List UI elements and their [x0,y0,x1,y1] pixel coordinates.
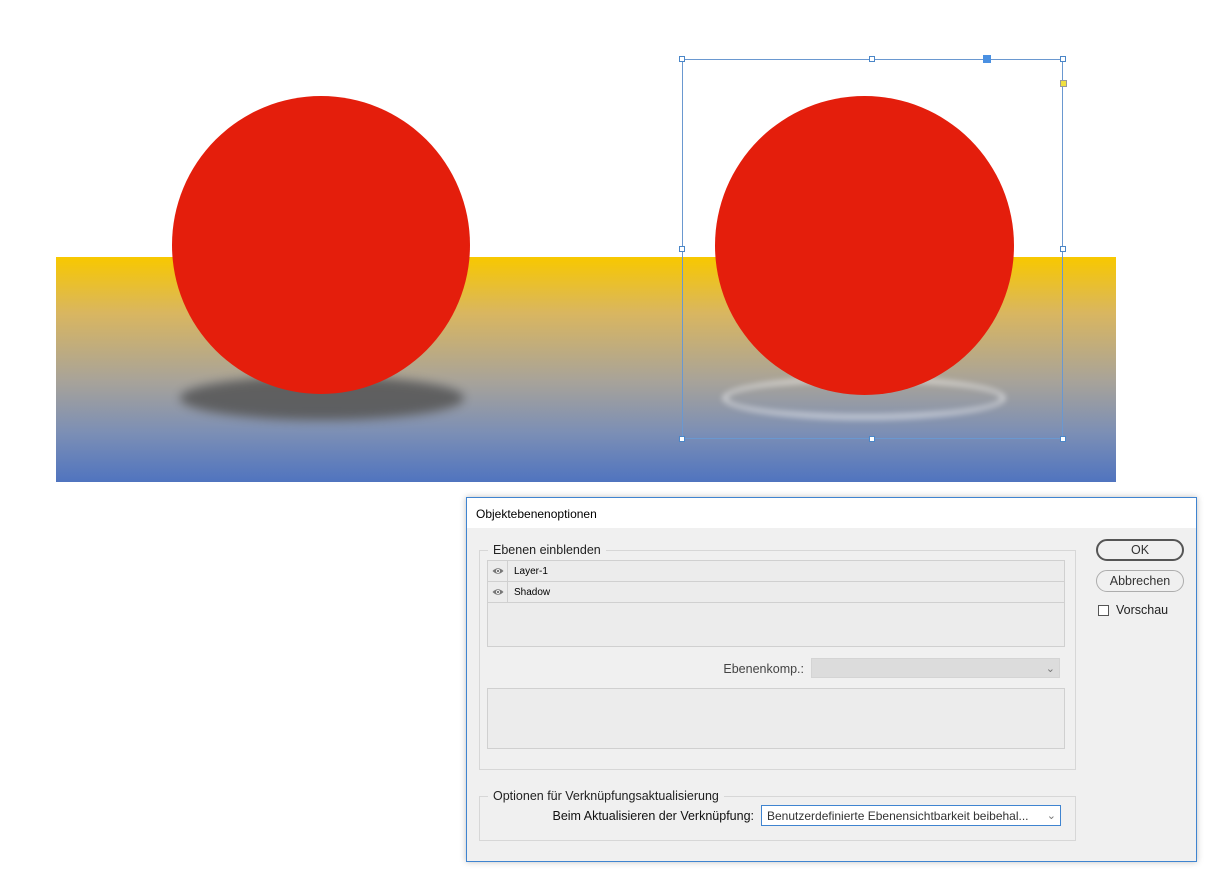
selection-handle-top-center[interactable] [869,56,875,62]
link-update-group-label: Optionen für Verknüpfungsaktualisierung [488,789,724,803]
eye-icon [492,589,504,595]
link-update-dropdown[interactable]: Benutzerdefinierte Ebenensichtbarkeit be… [761,805,1061,826]
layer-row[interactable]: Shadow [488,582,1064,603]
layer-comp-dropdown[interactable]: ⌄ [811,658,1060,678]
selection-handle-top-anchor[interactable] [983,55,991,63]
dialog-title: Objektebenenoptionen [476,507,597,521]
chevron-down-icon: ⌄ [1045,663,1055,675]
chevron-down-icon: ⌄ [1046,810,1056,822]
link-update-value: Benutzerdefinierte Ebenensichtbarkeit be… [767,809,1029,823]
layer-name: Layer-1 [514,566,548,577]
red-circle-left[interactable] [172,96,470,394]
layer-visibility-toggle[interactable] [488,561,508,581]
link-update-label: Beim Aktualisieren der Verknüpfung: [552,809,754,823]
layer-row[interactable]: Layer-1 [488,561,1064,582]
preview-checkbox[interactable] [1098,605,1109,616]
show-layers-group-label: Ebenen einblenden [488,543,606,557]
layer-name: Shadow [514,587,551,598]
ok-button[interactable]: OK [1096,539,1184,561]
layer-visibility-toggle[interactable] [488,582,508,602]
eye-icon [492,568,504,574]
dialog-titlebar[interactable]: Objektebenenoptionen [467,498,1196,528]
selection-handle-top-right[interactable] [1060,56,1066,62]
selection-handle-bottom-right[interactable] [1060,436,1066,442]
cancel-button[interactable]: Abbrechen [1096,570,1184,592]
corner-options-handle[interactable] [1060,80,1067,87]
selection-handle-middle-right[interactable] [1060,246,1066,252]
layer-list[interactable]: Layer-1 Shadow [487,560,1065,647]
preview-label: Vorschau [1116,603,1169,617]
object-layer-options-dialog: Objektebenenoptionen Ebenen einblenden L… [466,497,1197,862]
selection-frame[interactable] [682,59,1063,439]
layer-comp-label: Ebenenkomp.: [723,662,804,676]
selection-handle-bottom-left[interactable] [679,436,685,442]
layer-comp-comment-box [487,688,1065,749]
selection-handle-bottom-center[interactable] [869,436,875,442]
selection-handle-top-left[interactable] [679,56,685,62]
selection-handle-middle-left[interactable] [679,246,685,252]
